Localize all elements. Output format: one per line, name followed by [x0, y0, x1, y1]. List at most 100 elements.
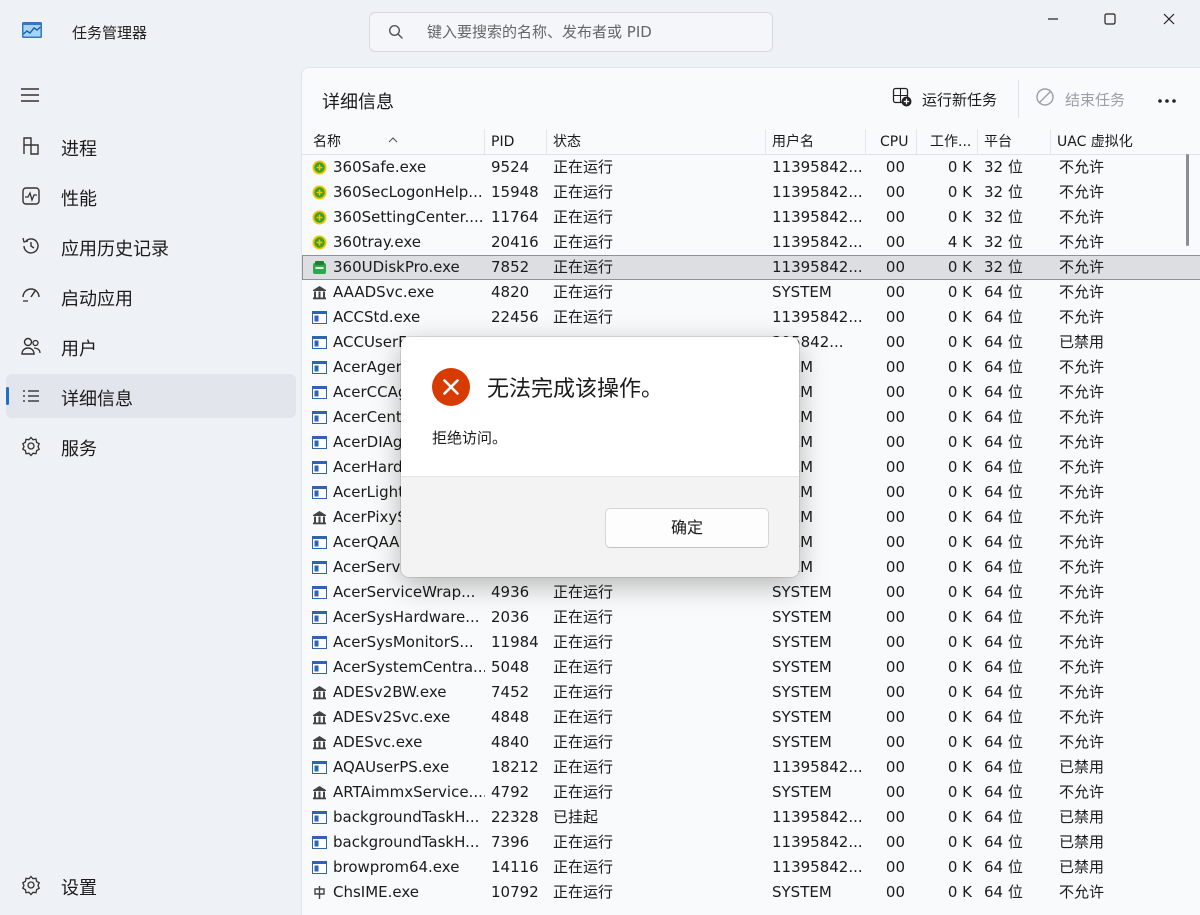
search-box[interactable] [369, 12, 773, 52]
column-header-username[interactable]: 用户名 [766, 129, 866, 155]
close-button[interactable] [1146, 8, 1192, 32]
cell-platform: 32 位 [984, 208, 1023, 226]
column-header-cpu[interactable]: CPU [866, 129, 917, 155]
toolbar-divider [1018, 80, 1019, 118]
cell-pid: 7452 [491, 683, 530, 701]
cell-cpu: 00 [885, 183, 905, 201]
cell-cpu: 00 [885, 433, 905, 451]
cell-username: 11395842... [772, 308, 863, 326]
table-row[interactable]: ARTAimmxService.... 4792 正在运行 SYSTEM 00 0 K 64… [302, 780, 1200, 805]
cell-uac: 已禁用 [1059, 808, 1105, 826]
cell-name: ADESv2Svc.exe [333, 708, 451, 726]
column-header-uac[interactable]: UAC 虚拟化 [1051, 129, 1181, 155]
sidebar-item-performance[interactable]: 性能 [6, 174, 296, 218]
run-new-task-button[interactable]: 运行新任务 [892, 86, 997, 112]
sidebar-item-settings[interactable]: 设置 [6, 863, 296, 907]
table-row[interactable]: AcerSysMonitorS... 11984 正在运行 SYSTEM 00 0 K 64… [302, 630, 1200, 655]
table-row[interactable]: ACCStd.exe 22456 正在运行 11395842... 00 0 K 64 位 不… [302, 305, 1200, 330]
cell-working-set: 0 K [947, 208, 972, 226]
table-row[interactable]: 360UDiskPro.exe 7852 正在运行 11395842... 00 0 K 3… [302, 255, 1200, 280]
table-row[interactable]: AcerSystemCentra... 5048 正在运行 SYSTEM 00 0 K 64… [302, 655, 1200, 680]
cell-name: AQAUserPS.exe [333, 758, 450, 776]
table-row[interactable]: AcerServiceWrap... 4936 正在运行 SYSTEM 00 0 K 64 … [302, 580, 1200, 605]
sidebar-item-startup-apps[interactable]: 启动应用 [6, 274, 296, 318]
column-header-name[interactable]: 名称 [302, 129, 485, 155]
cell-uac: 不允许 [1059, 733, 1105, 751]
page-title: 详细信息 [322, 92, 394, 113]
cell-platform: 64 位 [984, 883, 1023, 901]
sidebar-item-app-history[interactable]: 应用历史记录 [6, 224, 296, 268]
cell-status: 正在运行 [553, 608, 614, 626]
table-row[interactable]: AcerSysHardware... 2036 正在运行 SYSTEM 00 0 K 64 … [302, 605, 1200, 630]
cell-name: 360UDiskPro.exe [333, 258, 460, 276]
cell-name: ADESvc.exe [333, 733, 423, 751]
minimize-button[interactable] [1030, 8, 1076, 32]
cell-cpu: 00 [885, 608, 905, 626]
cell-username: 11395842... [772, 808, 863, 826]
cell-uac: 不允许 [1059, 583, 1105, 601]
app-title: 任务管理器 [72, 24, 148, 42]
table-row[interactable]: 360tray.exe 20416 正在运行 11395842... 00 4 K 32 位… [302, 230, 1200, 255]
cell-working-set: 0 K [947, 583, 972, 601]
cell-working-set: 0 K [947, 533, 972, 551]
table-row[interactable]: browprom64.exe 14116 正在运行 11395842... 00 0 K 6… [302, 855, 1200, 880]
cell-status: 已挂起 [553, 808, 599, 826]
run-new-task-icon [892, 87, 912, 111]
cell-username: 11395842... [772, 833, 863, 851]
more-options-button[interactable] [1154, 86, 1180, 112]
column-header-status[interactable]: 状态 [547, 129, 766, 155]
cell-working-set: 0 K [947, 308, 972, 326]
sidebar-item-details[interactable]: 详细信息 [6, 374, 296, 418]
cell-username: SYSTEM [772, 608, 832, 626]
cell-pid: 22456 [491, 308, 539, 326]
sidebar-item-processes[interactable]: 进程 [6, 124, 296, 168]
column-header-platform[interactable]: 平台 [978, 129, 1051, 155]
details-icon [20, 385, 42, 407]
sidebar-item-label: 详细信息 [61, 389, 133, 410]
cell-cpu: 00 [885, 458, 905, 476]
cell-platform: 64 位 [984, 758, 1023, 776]
dialog-footer: 确定 [401, 476, 799, 577]
column-header-working-set[interactable]: 工作... [917, 129, 978, 155]
hamburger-icon [20, 88, 40, 108]
table-row[interactable]: ChsIME.exe 10792 正在运行 SYSTEM 00 0 K 64 位 不允许 [302, 880, 1200, 905]
table-row[interactable]: 360Safe.exe 9524 正在运行 11395842... 00 0 K 32 位 不… [302, 155, 1200, 180]
ok-button[interactable]: 确定 [605, 508, 769, 548]
table-row[interactable]: ADESv2Svc.exe 4848 正在运行 SYSTEM 00 0 K 64 位 不允许 [302, 705, 1200, 730]
cell-cpu: 00 [885, 508, 905, 526]
cell-username: 11395842... [772, 158, 863, 176]
cell-uac: 不允许 [1059, 283, 1105, 301]
cell-uac: 不允许 [1059, 383, 1105, 401]
column-header-pid[interactable]: PID [485, 129, 547, 155]
cell-uac: 已禁用 [1059, 758, 1105, 776]
end-task-button[interactable]: 结束任务 [1035, 86, 1125, 112]
table-row[interactable]: AQAUserPS.exe 18212 正在运行 11395842... 00 0 K 64… [302, 755, 1200, 780]
cell-platform: 64 位 [984, 308, 1023, 326]
table-row[interactable]: 360SecLogonHelp... 15948 正在运行 11395842... 00… [302, 180, 1200, 205]
table-row[interactable]: 360SettingCenter.... 11764 正在运行 11395842...… [302, 205, 1200, 230]
end-task-label: 结束任务 [1065, 90, 1126, 109]
sidebar-item-users[interactable]: 用户 [6, 324, 296, 368]
cell-platform: 32 位 [984, 183, 1023, 201]
cell-platform: 32 位 [984, 158, 1023, 176]
table-row[interactable]: ADESv2BW.exe 7452 正在运行 SYSTEM 00 0 K 64 位 不允许 [302, 680, 1200, 705]
maximize-button[interactable] [1087, 8, 1133, 32]
sidebar-item-services[interactable]: 服务 [6, 424, 296, 468]
cell-username: SYSTEM [772, 708, 832, 726]
table-row[interactable]: backgroundTaskH... 7396 正在运行 11395842... 00 0… [302, 830, 1200, 855]
cell-status: 正在运行 [553, 758, 614, 776]
search-input[interactable] [427, 19, 757, 45]
table-row[interactable]: AAADSvc.exe 4820 正在运行 SYSTEM 00 0 K 64 位 不允许 [302, 280, 1200, 305]
cell-status: 正在运行 [553, 183, 614, 201]
cell-uac: 不允许 [1059, 683, 1105, 701]
cell-username: SYSTEM [772, 733, 832, 751]
cell-status: 正在运行 [553, 783, 614, 801]
cell-cpu: 00 [885, 808, 905, 826]
table-row[interactable]: ADESvc.exe 4840 正在运行 SYSTEM 00 0 K 64 位 不允许 [302, 730, 1200, 755]
cell-name: backgroundTaskH... [333, 833, 480, 851]
processes-icon [20, 135, 42, 157]
table-row[interactable]: backgroundTaskH... 22328 已挂起 11395842... 00 0… [302, 805, 1200, 830]
hamburger-menu-button[interactable] [20, 86, 44, 106]
scrollbar-thumb[interactable] [1186, 154, 1189, 246]
vertical-scrollbar[interactable] [1186, 154, 1190, 914]
